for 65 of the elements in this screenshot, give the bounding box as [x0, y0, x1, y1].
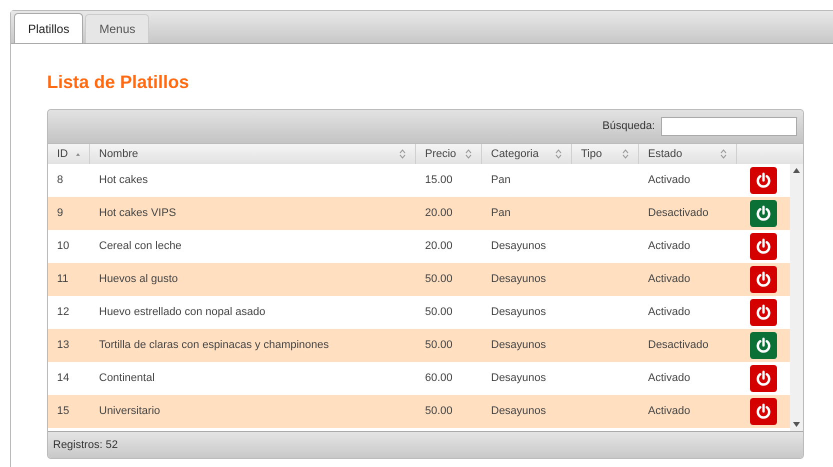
table-cell: Activado — [648, 240, 690, 252]
table-cell: Hot cakes — [99, 174, 148, 186]
table-cell: Desayunos — [491, 405, 546, 418]
power-button[interactable] — [750, 299, 777, 326]
table-cell: 60.00 — [425, 372, 453, 384]
table-cell: 50.00 — [425, 339, 453, 352]
table-cell: 10 — [57, 240, 70, 252]
page-title: Lista de Platillos — [47, 71, 190, 93]
table-cell: 50.00 — [425, 273, 453, 286]
power-button[interactable] — [750, 398, 777, 425]
table-cell: Activado — [648, 306, 690, 318]
power-icon — [755, 403, 772, 420]
power-icon — [755, 238, 772, 255]
power-button[interactable] — [750, 332, 777, 359]
table-cell: Desayunos — [491, 273, 546, 286]
table-cell: 8 — [57, 174, 64, 186]
table-cell: Pan — [491, 174, 511, 186]
power-button[interactable] — [750, 167, 777, 194]
power-icon — [755, 271, 772, 288]
table-cell: 9 — [57, 207, 64, 220]
table-cell: 20.00 — [425, 240, 453, 252]
table-cell: Desactivado — [648, 207, 709, 220]
power-icon — [755, 304, 772, 321]
table-cell: 50.00 — [425, 405, 453, 418]
table-cell: Universitario — [99, 405, 160, 418]
table-cell: Desactivado — [648, 339, 709, 352]
table-cell: 13 — [57, 339, 70, 352]
search-label: Búsqueda: — [602, 119, 655, 134]
table-cell: Desayunos — [491, 372, 546, 384]
table-cell: Continental — [99, 372, 155, 384]
scrollbar[interactable] — [790, 164, 803, 431]
table-cell: 15 — [57, 405, 70, 418]
table-cell: Activado — [648, 372, 690, 384]
table-cell: 11 — [57, 273, 68, 286]
scroll-up-icon[interactable] — [793, 168, 800, 173]
table-cell: Activado — [648, 273, 690, 286]
record-count: Registros: 52 — [53, 438, 118, 453]
table-cell: Desayunos — [491, 240, 546, 252]
table-cell: 15.00 — [425, 174, 453, 186]
table-cell: 20.00 — [425, 207, 453, 220]
table-cell: Tortilla de claras con espinacas y champinones — [99, 339, 329, 352]
table-cell: Activado — [648, 174, 690, 186]
power-icon — [755, 337, 772, 354]
tab[interactable]: Menus — [85, 14, 150, 43]
power-button[interactable] — [750, 233, 777, 260]
table-cell: 50.00 — [425, 306, 453, 318]
table-cell: Hot cakes VIPS — [99, 207, 176, 220]
table-cell: 12 — [57, 306, 70, 318]
power-button[interactable] — [750, 200, 777, 227]
power-button[interactable] — [750, 365, 777, 392]
table-cell: Activado — [648, 405, 690, 418]
power-icon — [755, 205, 772, 222]
table-cell: Desayunos — [491, 306, 546, 318]
table-cell: Desayunos — [491, 339, 546, 352]
table-cell: 14 — [57, 372, 70, 384]
table-cell: Pan — [491, 207, 511, 220]
search-field[interactable] — [661, 117, 797, 136]
scroll-down-icon[interactable] — [793, 422, 800, 427]
table-cell: Huevos al gusto — [99, 273, 178, 286]
table-cell: Cereal con leche — [99, 240, 182, 252]
power-icon — [755, 172, 772, 189]
power-icon — [755, 370, 772, 387]
tab[interactable]: Platillos — [14, 13, 84, 43]
table-cell: Huevo estrellado con nopal asado — [99, 306, 266, 318]
power-button[interactable] — [750, 266, 777, 293]
